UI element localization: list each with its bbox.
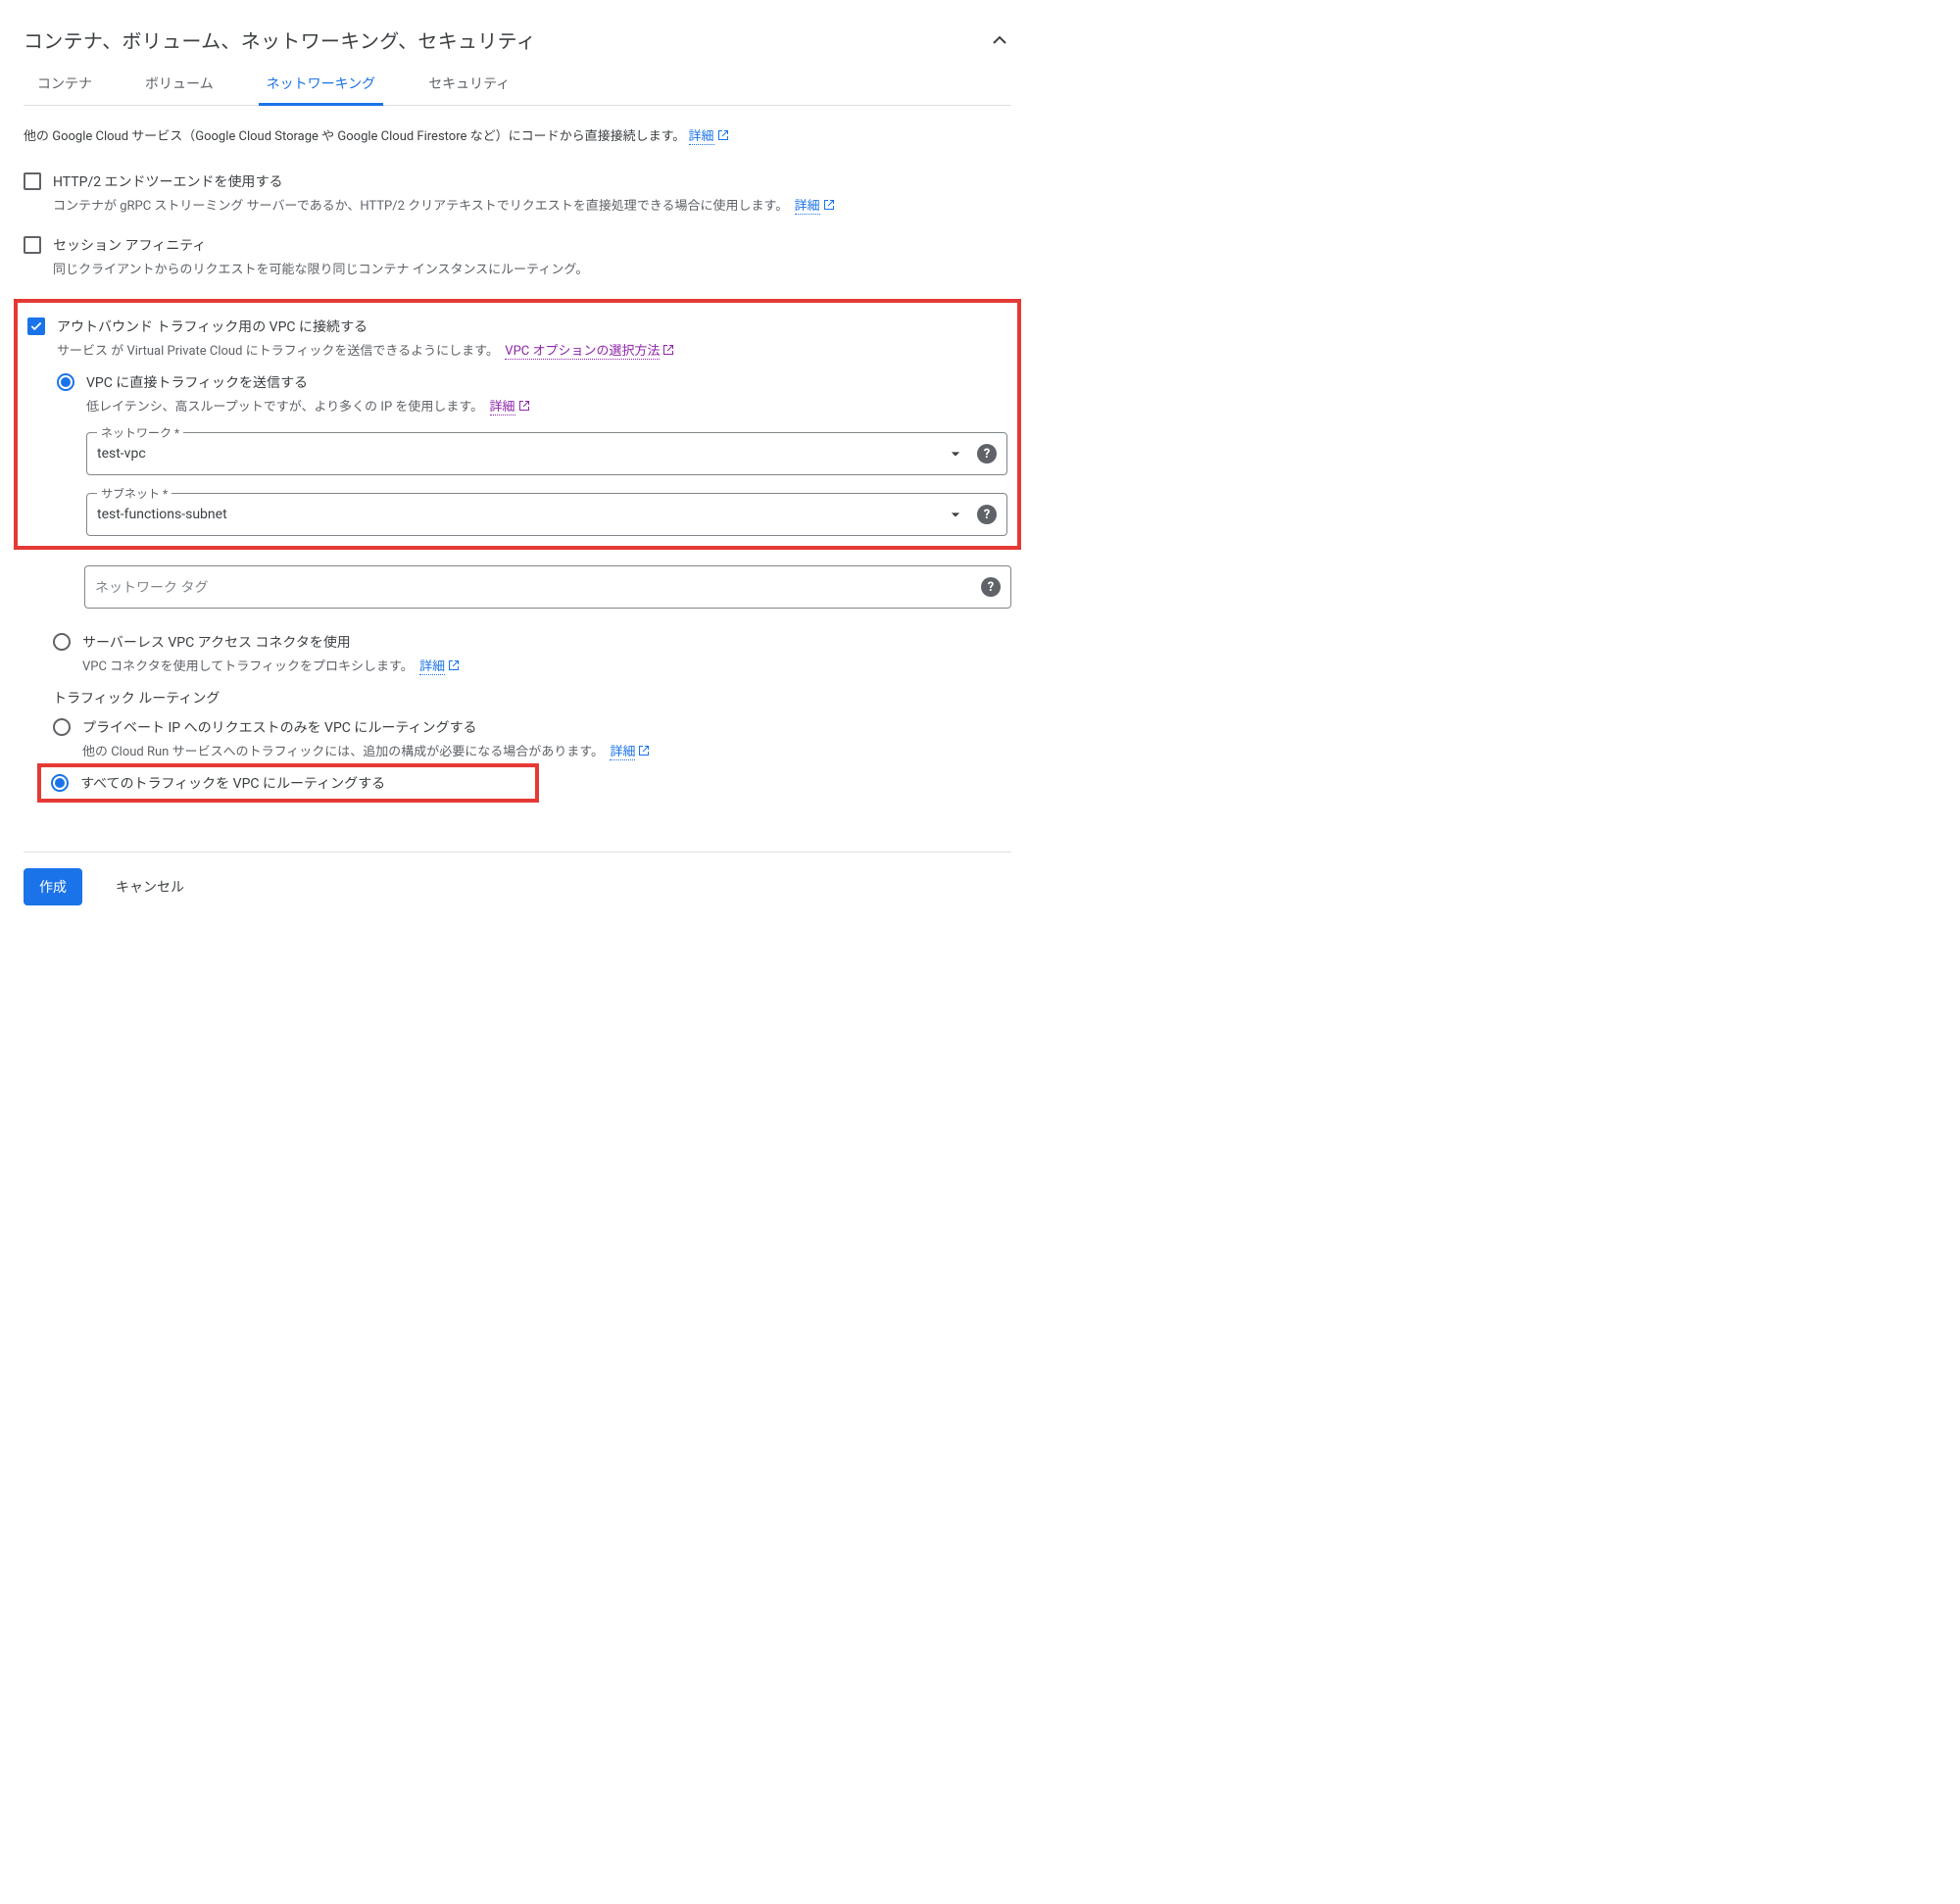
- external-link-icon: [518, 400, 530, 412]
- vpc-connect-desc: サービス が Virtual Private Cloud にトラフィックを送信で…: [57, 340, 674, 359]
- external-link-icon: [662, 344, 674, 356]
- http2-option[interactable]: HTTP/2 エンドツーエンドを使用する コンテナが gRPC ストリーミング …: [24, 171, 1011, 214]
- intro-text: 他の Google Cloud サービス（Google Cloud Storag…: [24, 125, 1011, 144]
- vpc-connect-option[interactable]: アウトバウンド トラフィック用の VPC に接続する サービス が Virtua…: [27, 317, 1007, 359]
- session-affinity-label: セッション アフィニティ: [53, 235, 588, 255]
- http2-checkbox[interactable]: [24, 172, 41, 190]
- help-icon[interactable]: ?: [981, 577, 1001, 597]
- session-affinity-desc: 同じクライアントからのリクエストを可能な限り同じコンテナ インスタンスにルーティ…: [53, 259, 588, 277]
- vpc-direct-label: VPC に直接トラフィックを送信する: [86, 372, 530, 392]
- help-icon[interactable]: ?: [977, 505, 997, 524]
- vpc-connect-checkbox[interactable]: [27, 317, 45, 335]
- help-icon[interactable]: ?: [977, 444, 997, 464]
- external-link-icon: [823, 199, 835, 211]
- network-field-label: ネットワーク *: [97, 424, 183, 441]
- traffic-routing-heading: トラフィック ルーティング: [53, 688, 1011, 708]
- subnet-field-value: test-functions-subnet: [97, 507, 946, 522]
- network-tags-input[interactable]: ネットワーク タグ ?: [84, 565, 1011, 609]
- create-button[interactable]: 作成: [24, 868, 82, 905]
- session-affinity-checkbox[interactable]: [24, 236, 41, 254]
- tab-container[interactable]: コンテナ: [29, 64, 100, 105]
- route-private-label: プライベート IP へのリクエストのみを VPC にルーティングする: [82, 717, 650, 737]
- vpc-connect-label: アウトバウンド トラフィック用の VPC に接続する: [57, 317, 674, 336]
- vpc-direct-link[interactable]: 詳細: [490, 400, 515, 415]
- dropdown-arrow-icon: [946, 505, 965, 524]
- subnet-select[interactable]: サブネット * test-functions-subnet ?: [86, 493, 1007, 536]
- subnet-field-label: サブネット *: [97, 485, 172, 502]
- tab-volume[interactable]: ボリューム: [137, 64, 221, 105]
- http2-label: HTTP/2 エンドツーエンドを使用する: [53, 171, 835, 191]
- vpc-connector-link[interactable]: 詳細: [419, 659, 445, 675]
- intro-text-content: 他の Google Cloud サービス（Google Cloud Storag…: [24, 129, 685, 144]
- highlight-box-vpc: アウトバウンド トラフィック用の VPC に接続する サービス が Virtua…: [14, 299, 1021, 550]
- route-private-option[interactable]: プライベート IP へのリクエストのみを VPC にルーティングする 他の Cl…: [53, 717, 1011, 759]
- highlight-box-route-all: すべてのトラフィックを VPC にルーティングする: [37, 763, 539, 803]
- route-all-label: すべてのトラフィックを VPC にルーティングする: [80, 773, 385, 793]
- section-title: コンテナ、ボリューム、ネットワーキング、セキュリティ: [24, 25, 536, 54]
- cancel-button[interactable]: キャンセル: [110, 876, 190, 898]
- chevron-up-icon: [988, 28, 1011, 52]
- dropdown-arrow-icon: [946, 444, 965, 464]
- tab-networking[interactable]: ネットワーキング: [259, 64, 384, 105]
- session-affinity-option[interactable]: セッション アフィニティ 同じクライアントからのリクエストを可能な限り同じコンテ…: [24, 235, 1011, 277]
- route-private-link[interactable]: 詳細: [610, 745, 635, 760]
- network-tags-placeholder: ネットワーク タグ: [95, 577, 973, 597]
- expandable-section-header[interactable]: コンテナ、ボリューム、ネットワーキング、セキュリティ: [24, 20, 1011, 64]
- vpc-direct-desc: 低レイテンシ、高スループットですが、より多くの IP を使用します。 詳細: [86, 396, 530, 415]
- route-all-option[interactable]: すべてのトラフィックを VPC にルーティングする: [51, 773, 525, 793]
- network-select[interactable]: ネットワーク * test-vpc ?: [86, 432, 1007, 475]
- http2-link[interactable]: 詳細: [795, 199, 820, 215]
- external-link-icon: [448, 659, 460, 671]
- external-link-icon: [717, 129, 729, 141]
- route-private-desc: 他の Cloud Run サービスへのトラフィックには、追加の構成が必要になる場…: [82, 741, 650, 759]
- tab-security[interactable]: セキュリティ: [420, 64, 517, 105]
- vpc-connector-desc: VPC コネクタを使用してトラフィックをプロキシします。 詳細: [82, 656, 460, 674]
- network-field-value: test-vpc: [97, 446, 946, 462]
- http2-desc: コンテナが gRPC ストリーミング サーバーであるか、HTTP/2 クリアテキ…: [53, 195, 835, 214]
- route-private-radio[interactable]: [53, 718, 71, 736]
- tabs-bar: コンテナ ボリューム ネットワーキング セキュリティ: [24, 64, 1011, 106]
- intro-link[interactable]: 詳細: [689, 129, 714, 145]
- route-all-radio[interactable]: [51, 774, 69, 792]
- vpc-direct-radio[interactable]: [57, 373, 74, 391]
- vpc-connector-label: サーバーレス VPC アクセス コネクタを使用: [82, 632, 460, 652]
- vpc-direct-option[interactable]: VPC に直接トラフィックを送信する 低レイテンシ、高スループットですが、より多…: [57, 372, 1007, 415]
- vpc-connector-radio[interactable]: [53, 633, 71, 651]
- vpc-connector-option[interactable]: サーバーレス VPC アクセス コネクタを使用 VPC コネクタを使用してトラフ…: [53, 632, 1011, 674]
- footer-actions: 作成 キャンセル: [24, 852, 1011, 905]
- vpc-options-link[interactable]: VPC オプションの選択方法: [505, 344, 660, 360]
- external-link-icon: [638, 745, 650, 757]
